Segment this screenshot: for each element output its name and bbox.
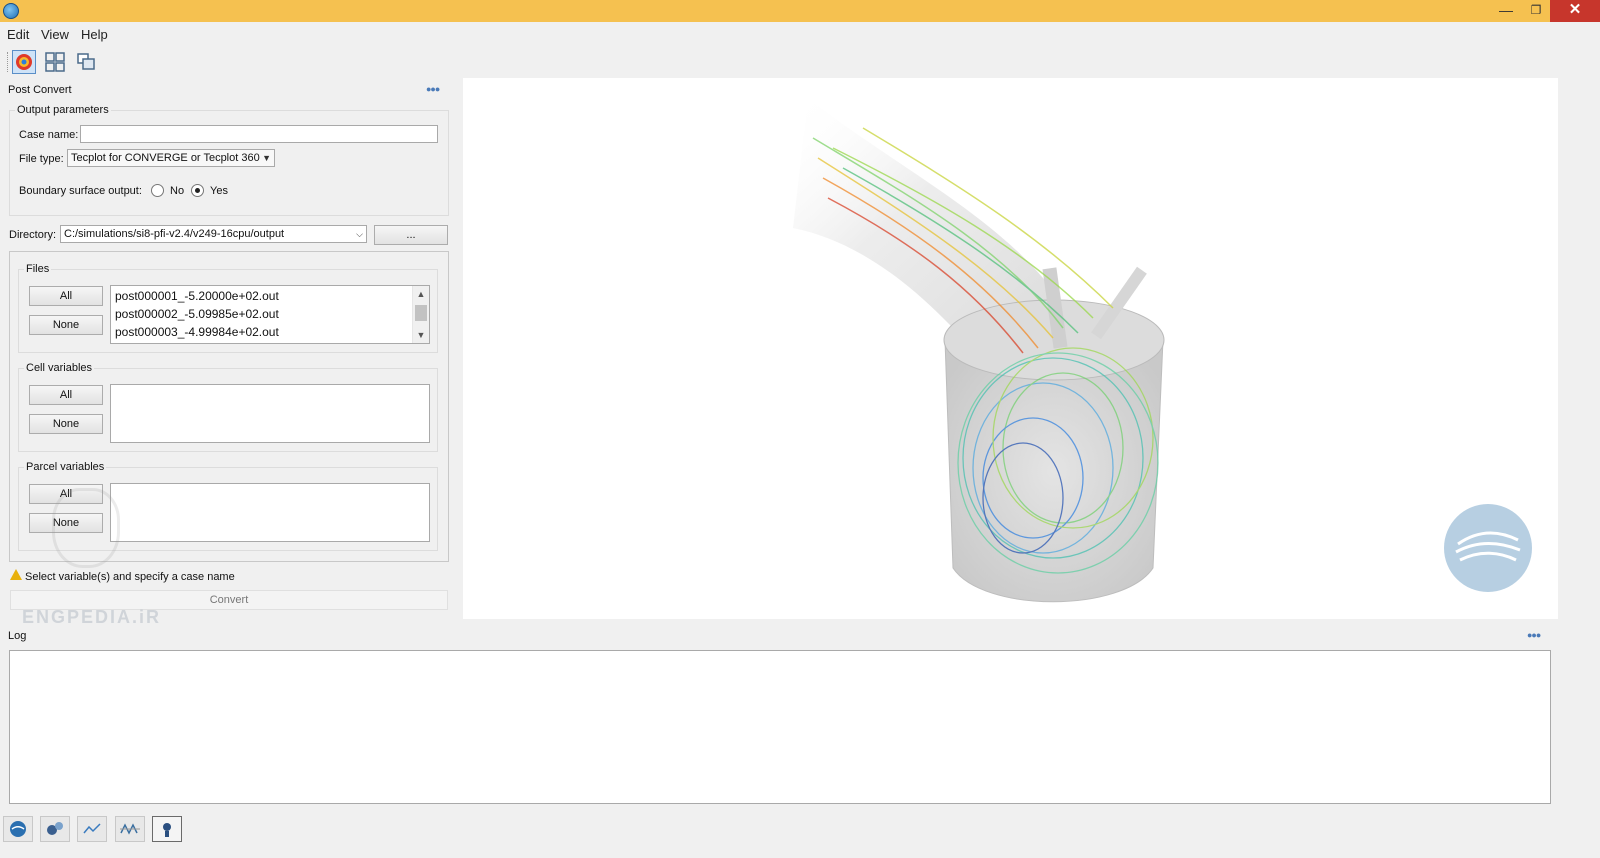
file-type-value: Tecplot for CONVERGE or Tecplot 360	[71, 152, 260, 164]
files-title: Files	[24, 263, 52, 275]
parcel-variables-list[interactable]	[110, 483, 430, 542]
case-name-input[interactable]	[80, 125, 438, 143]
directory-select[interactable]: C:/simulations/si8-pfi-v2.4/v249-16cpu/o…	[60, 225, 367, 243]
cell-variables-title: Cell variables	[24, 362, 95, 374]
scroll-thumb[interactable]	[415, 305, 427, 321]
boundary-no-radio[interactable]	[151, 184, 164, 197]
scroll-down-icon[interactable]: ▼	[413, 327, 429, 343]
case-name-label: Case name:	[19, 129, 79, 141]
log-title: Log	[8, 630, 27, 642]
menu-help[interactable]: Help	[81, 27, 108, 42]
bottom-toolbar	[0, 814, 1600, 858]
files-scrollbar[interactable]: ▲ ▼	[412, 286, 429, 343]
directory-value: C:/simulations/si8-pfi-v2.4/v249-16cpu/o…	[64, 228, 285, 240]
app-icon	[3, 3, 19, 19]
minimize-button[interactable]: —	[1492, 0, 1520, 22]
files-none-button[interactable]: None	[29, 315, 103, 335]
warning-message: Select variable(s) and specify a case na…	[25, 571, 235, 583]
boundary-surface-label: Boundary surface output:	[19, 185, 142, 197]
maximize-button[interactable]: ❐	[1522, 0, 1550, 22]
log-dock-controls[interactable]: ●●●	[1527, 630, 1541, 640]
watermark-text: ENGPEDIA.iR	[22, 607, 162, 627]
list-item[interactable]: post000003_-4.99984e+02.out	[115, 323, 279, 341]
cell-variables-list[interactable]	[110, 384, 430, 443]
menu-view[interactable]: View	[41, 27, 69, 42]
panel-title: Post Convert	[8, 84, 72, 96]
case-setup-icon[interactable]	[40, 816, 70, 842]
directory-label: Directory:	[9, 229, 57, 241]
boundary-no-label: No	[170, 185, 185, 197]
cell-variables-all-button[interactable]: All	[29, 385, 103, 405]
watermark-logo	[52, 488, 120, 568]
file-type-label: File type:	[19, 153, 64, 165]
panel-dock-controls[interactable]: ●●●	[426, 84, 440, 94]
browse-directory-button[interactable]: ...	[374, 225, 448, 245]
output-parameters-title: Output parameters	[15, 104, 111, 116]
list-item[interactable]: post000002_-5.09985e+02.out	[115, 305, 279, 323]
warning-icon	[10, 569, 22, 580]
3d-viewport[interactable]	[463, 78, 1558, 619]
boundary-yes-label: Yes	[210, 185, 228, 197]
menu-bar: Edit View Help	[0, 22, 1600, 46]
toolbar	[0, 48, 1600, 76]
parcel-variables-title: Parcel variables	[24, 461, 107, 473]
home-globe-icon[interactable]	[3, 816, 33, 842]
menu-edit[interactable]: Edit	[7, 27, 29, 42]
title-bar: — ❐ ✕	[0, 0, 1600, 22]
engine-flow-visualization	[793, 98, 1165, 603]
overlapping-windows-icon[interactable]	[74, 50, 98, 74]
chevron-down-icon: ⌵	[356, 229, 363, 239]
scroll-up-icon[interactable]: ▲	[413, 286, 429, 302]
files-all-button[interactable]: All	[29, 286, 103, 306]
cell-variables-none-button[interactable]: None	[29, 414, 103, 434]
layout-grid-icon[interactable]	[43, 50, 67, 74]
toolbar-separator	[7, 52, 9, 72]
boundary-yes-radio[interactable]	[191, 184, 204, 197]
viewport-logo-icon	[1444, 504, 1532, 592]
post-processing-icon[interactable]	[152, 816, 182, 842]
line-plot-icon[interactable]	[115, 816, 145, 842]
close-button[interactable]: ✕	[1550, 0, 1600, 22]
plot-icon[interactable]	[77, 816, 107, 842]
list-item[interactable]: post000001_-5.20000e+02.out	[115, 287, 279, 305]
file-type-select[interactable]: Tecplot for CONVERGE or Tecplot 360 ▼	[67, 149, 275, 167]
chevron-down-icon: ▼	[262, 153, 271, 163]
files-list[interactable]: post000001_-5.20000e+02.out post000002_-…	[110, 285, 430, 344]
post-convert-tool-icon[interactable]	[12, 50, 36, 74]
log-output[interactable]	[9, 650, 1551, 804]
